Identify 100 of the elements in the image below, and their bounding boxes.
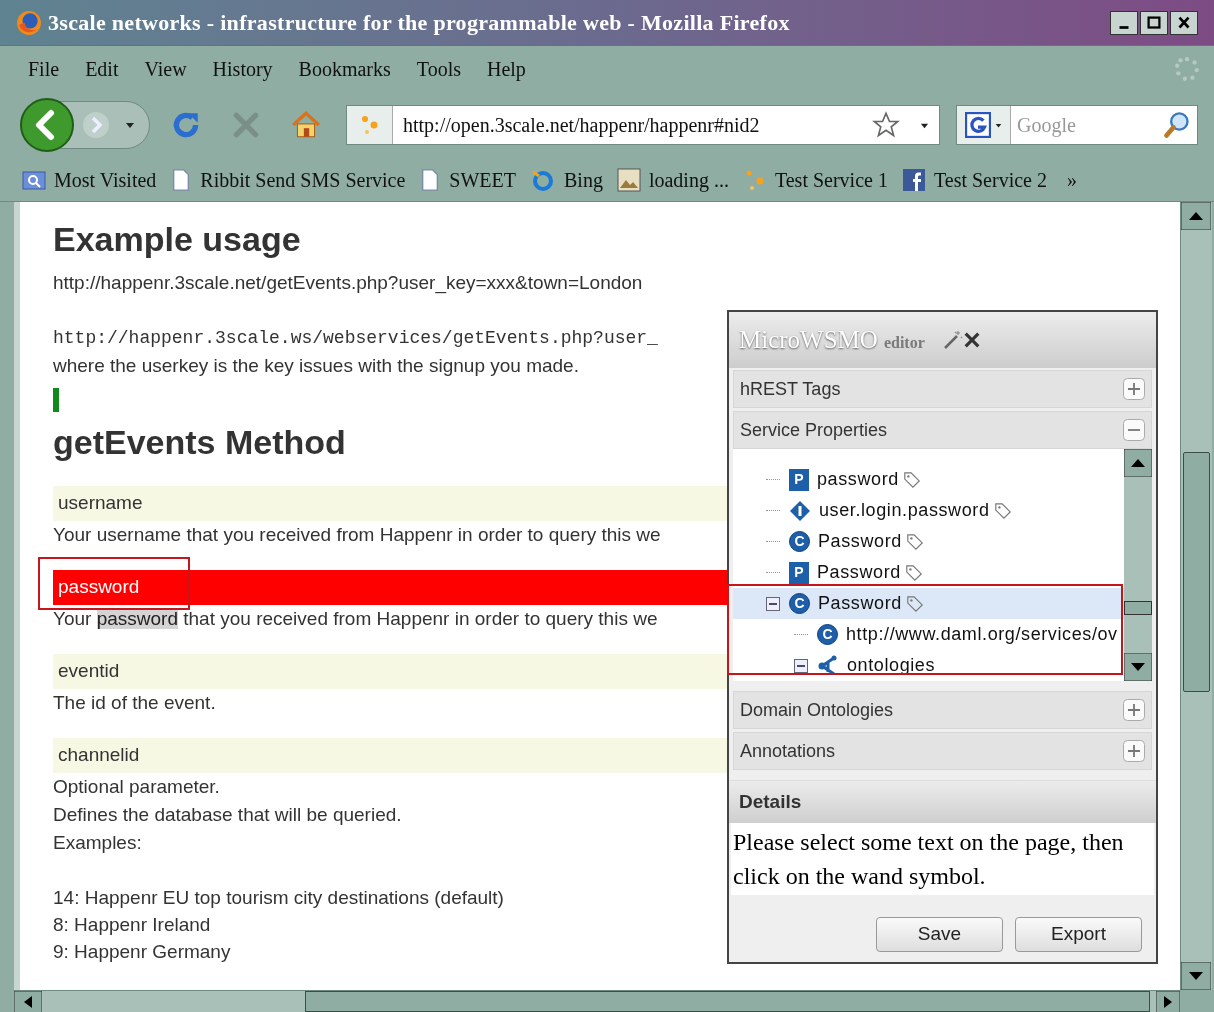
tag-icon[interactable] (905, 594, 924, 613)
paragraph: The id of the event. (53, 691, 217, 715)
bookmark-label[interactable]: Test Service 1 (774, 164, 888, 195)
tag-icon[interactable] (904, 563, 923, 582)
url-text: http://open.3scale.net/happenr/happenr#nid2 (403, 113, 760, 139)
tree-item[interactable]: P Password (733, 557, 1124, 588)
close-icon[interactable] (962, 331, 981, 349)
scroll-down-button[interactable] (1181, 962, 1211, 990)
concept-icon: C (817, 624, 838, 645)
scroll-down-button[interactable] (1124, 653, 1152, 681)
menu-item[interactable]: Bookmarks (296, 54, 393, 84)
maximize-button[interactable] (1140, 10, 1168, 35)
paragraph: 8: Happenr Ireland (53, 913, 212, 937)
tree-label: user.login.password (819, 499, 990, 522)
menu-item[interactable]: Tools (414, 54, 463, 84)
letter-icon (901, 167, 926, 192)
panel-subtitle: editor (883, 333, 925, 354)
collapse-icon[interactable] (1123, 419, 1145, 441)
menu-item[interactable]: File (26, 54, 62, 84)
expand-icon[interactable] (1123, 378, 1145, 400)
maximize-icon[interactable] (1145, 13, 1163, 32)
star-icon[interactable] (872, 111, 900, 139)
parameter-icon: P (789, 561, 809, 584)
section-heading: getEvents Method (53, 422, 347, 462)
section-header[interactable]: Service Properties (733, 411, 1152, 449)
caret-icon[interactable] (125, 120, 135, 130)
details-text: Please select some text on the page, then click on the wand symbol. (731, 823, 1154, 895)
wand-icon[interactable] (942, 330, 963, 350)
expand-icon[interactable] (1123, 740, 1145, 762)
tree-label: password (817, 468, 899, 491)
section-header[interactable]: Annotations (733, 732, 1152, 770)
bookmark-label[interactable]: Bing (564, 164, 603, 195)
tree-scrollbar[interactable] (1124, 449, 1152, 681)
caret-icon[interactable] (995, 121, 1002, 129)
overflow-chevron[interactable]: » (1066, 164, 1077, 195)
paragraph: where the userkey is the key issues with the signup you made. (53, 354, 580, 378)
tree-item[interactable]: P password (733, 464, 1124, 495)
concept-icon: C (789, 593, 810, 614)
concept-icon: C (789, 531, 810, 552)
search-engine-icon[interactable] (965, 112, 991, 138)
bookmark-label[interactable]: SWEET (449, 164, 516, 195)
section-header[interactable]: Domain Ontologies (733, 691, 1152, 729)
vertical-scrollbar[interactable] (1180, 202, 1212, 990)
minimize-button[interactable] (1110, 10, 1138, 35)
tree-item[interactable]: ontologies (733, 650, 1124, 681)
panel-button[interactable]: Export (1015, 917, 1142, 952)
search-field[interactable]: Google (1017, 110, 1163, 140)
tag-icon[interactable] (905, 532, 924, 551)
tree-label: Password (818, 530, 902, 553)
tree-label: ontologies (847, 654, 936, 677)
window-title: 3scale networks - infrastructure for the programmable web - Mozilla Firefox (48, 9, 790, 37)
section-header[interactable]: hREST Tags (733, 370, 1152, 408)
tree-label: Password (818, 592, 902, 615)
tree-item[interactable]: C Password (733, 526, 1124, 557)
menu-item[interactable]: History (210, 54, 275, 84)
scroll-up-button[interactable] (1181, 202, 1211, 230)
expand-icon[interactable] (1123, 699, 1145, 721)
code-text: http://happenr.3scale.ws/webservices/getEvents.php?user_ (53, 327, 659, 350)
url-text: http://happenr.3scale.net/getEvents.php?user_key=xxx&town=London (53, 271, 644, 296)
throbber-icon (1174, 56, 1200, 82)
paragraph: 14: Happenr EU top tourism city destinations (default) (53, 886, 505, 910)
paragraph: Examples: (53, 831, 143, 855)
paragraph: Optional parameter. (53, 775, 221, 799)
bookmark-label[interactable]: Ribbit Send SMS Service (200, 164, 406, 195)
scroll-left-button[interactable] (14, 991, 42, 1012)
parameter-icon: P (789, 468, 809, 491)
search-icon[interactable] (1163, 111, 1191, 139)
scrollbar-thumb[interactable] (1124, 601, 1152, 615)
address-bar[interactable]: http://open.3scale.net/happenr/happenr#nid2 (346, 105, 940, 145)
tree-item[interactable]: C Password (733, 588, 1124, 619)
diamond-icon (789, 499, 811, 522)
tag-icon[interactable] (993, 501, 1012, 520)
bookmark-label[interactable]: loading ... (648, 164, 729, 195)
tree-item[interactable]: user.login.password (733, 495, 1124, 526)
paragraph: 9: Happenr Germany (53, 940, 232, 964)
back-button[interactable] (19, 97, 75, 153)
tag-icon[interactable] (902, 470, 921, 489)
menu-item[interactable]: Help (485, 54, 528, 84)
close-button[interactable] (1170, 10, 1198, 35)
bookmark-label[interactable]: Most Visited (54, 164, 157, 195)
menu-item[interactable]: Edit (83, 54, 121, 84)
bookmark-label[interactable]: Test Service 2 (933, 164, 1047, 195)
scrollbar-thumb[interactable] (1183, 452, 1210, 692)
scroll-up-button[interactable] (1124, 449, 1152, 477)
firefox-icon (16, 9, 42, 36)
horizontal-scrollbar[interactable] (14, 990, 1180, 1012)
marker-bar (53, 388, 59, 412)
search-box[interactable]: Google (956, 105, 1198, 145)
paragraph: Defines the database that will be queried. (53, 803, 403, 827)
scroll-right-button[interactable] (1156, 991, 1180, 1012)
tree-label: http://www.daml.org/services/ov (846, 623, 1118, 646)
section-heading: Example usage (53, 219, 302, 259)
scrollbar-thumb[interactable] (305, 991, 1150, 1012)
menu-item[interactable]: View (142, 54, 189, 84)
collapse-icon[interactable] (766, 596, 780, 611)
tree-item[interactable]: C http://www.daml.org/services/ov (733, 619, 1124, 650)
panel-button[interactable]: Save (876, 917, 1003, 952)
tree-label: Password (817, 561, 901, 584)
collapse-icon[interactable] (794, 658, 808, 673)
paragraph: Your username that you received from Happenr in order to query this we (53, 523, 662, 547)
